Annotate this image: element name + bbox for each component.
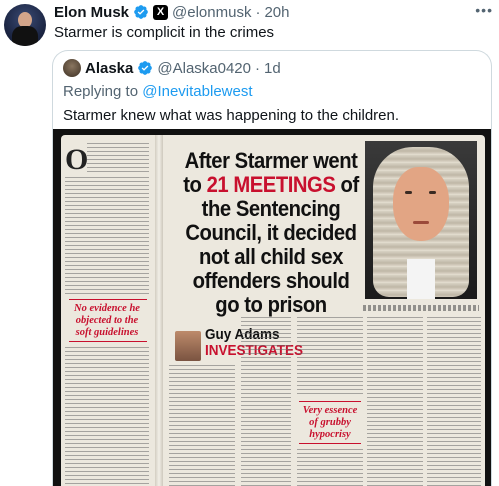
- author-handle[interactable]: @elonmusk: [172, 4, 251, 21]
- collar: [407, 259, 435, 299]
- quoted-author-avatar: [63, 59, 81, 77]
- verified-badge-icon: [138, 61, 153, 75]
- author-name[interactable]: Elon Musk: [54, 4, 129, 21]
- text-column: [241, 317, 291, 486]
- newspaper-headline: After Starmer went to 21 MEETINGS of the…: [179, 149, 363, 317]
- quoted-tweet[interactable]: Alaska @Alaska0420 · 1d Replying to @Ine…: [52, 50, 492, 486]
- eye: [429, 191, 436, 194]
- pull-quote-rule: [69, 299, 147, 300]
- tweet: Elon Musk X @elonmusk · 20h ••• Starmer …: [0, 0, 499, 486]
- verified-badge-icon: [134, 5, 148, 19]
- avatar-body: [12, 26, 38, 46]
- text-column: [367, 317, 423, 486]
- text-column: [65, 347, 149, 486]
- pull-quote: Very essence of grubby hypocrisy: [302, 405, 358, 440]
- text-column: [169, 365, 235, 486]
- page-gutter: [155, 135, 163, 486]
- headline-highlight: 21 MEETINGS: [206, 172, 336, 197]
- quoted-tweet-image[interactable]: O No evidence he objected to the soft gu…: [53, 129, 491, 486]
- text-column: [427, 317, 481, 486]
- mouth: [413, 221, 429, 224]
- tweet-header: Elon Musk X @elonmusk · 20h: [54, 2, 289, 22]
- text-column: [65, 177, 149, 295]
- author-avatar[interactable]: [4, 4, 46, 46]
- pull-quote-rule: [299, 443, 361, 444]
- replying-to-prefix: Replying to: [63, 83, 143, 100]
- quoted-author-name: Alaska: [85, 59, 134, 77]
- tweet-text: Starmer is complicit in the crimes: [54, 24, 275, 41]
- pull-quote-rule: [69, 341, 147, 342]
- quoted-post-time: 1d: [264, 59, 281, 77]
- eye: [405, 191, 412, 194]
- quoted-author-handle: @Alaska0420: [157, 59, 251, 77]
- quoted-tweet-text: Starmer knew what was happening to the c…: [63, 107, 400, 124]
- ellipsis-icon[interactable]: •••: [475, 2, 493, 18]
- newspaper-page: O No evidence he objected to the soft gu…: [61, 135, 485, 486]
- pull-quote: No evidence he objected to the soft guid…: [74, 303, 140, 338]
- judge-photo: [365, 141, 477, 299]
- byline-photo: [175, 331, 201, 361]
- quoted-tweet-header: Alaska @Alaska0420 · 1d: [63, 59, 281, 77]
- face: [393, 167, 449, 241]
- post-time[interactable]: 20h: [264, 4, 289, 21]
- drop-cap: O: [65, 143, 89, 176]
- text-column: [87, 143, 149, 173]
- replying-to: Replying to @Inevitablewest: [63, 83, 253, 100]
- photo-caption: [363, 305, 479, 311]
- x-affiliate-badge-icon: X: [153, 4, 169, 20]
- text-column: [297, 449, 363, 486]
- dot-separator: ·: [255, 59, 260, 77]
- dot-separator: ·: [255, 3, 261, 21]
- replying-to-handle-link[interactable]: @Inevitablewest: [142, 83, 252, 100]
- pull-quote-rule: [299, 401, 361, 402]
- text-column: [297, 317, 363, 397]
